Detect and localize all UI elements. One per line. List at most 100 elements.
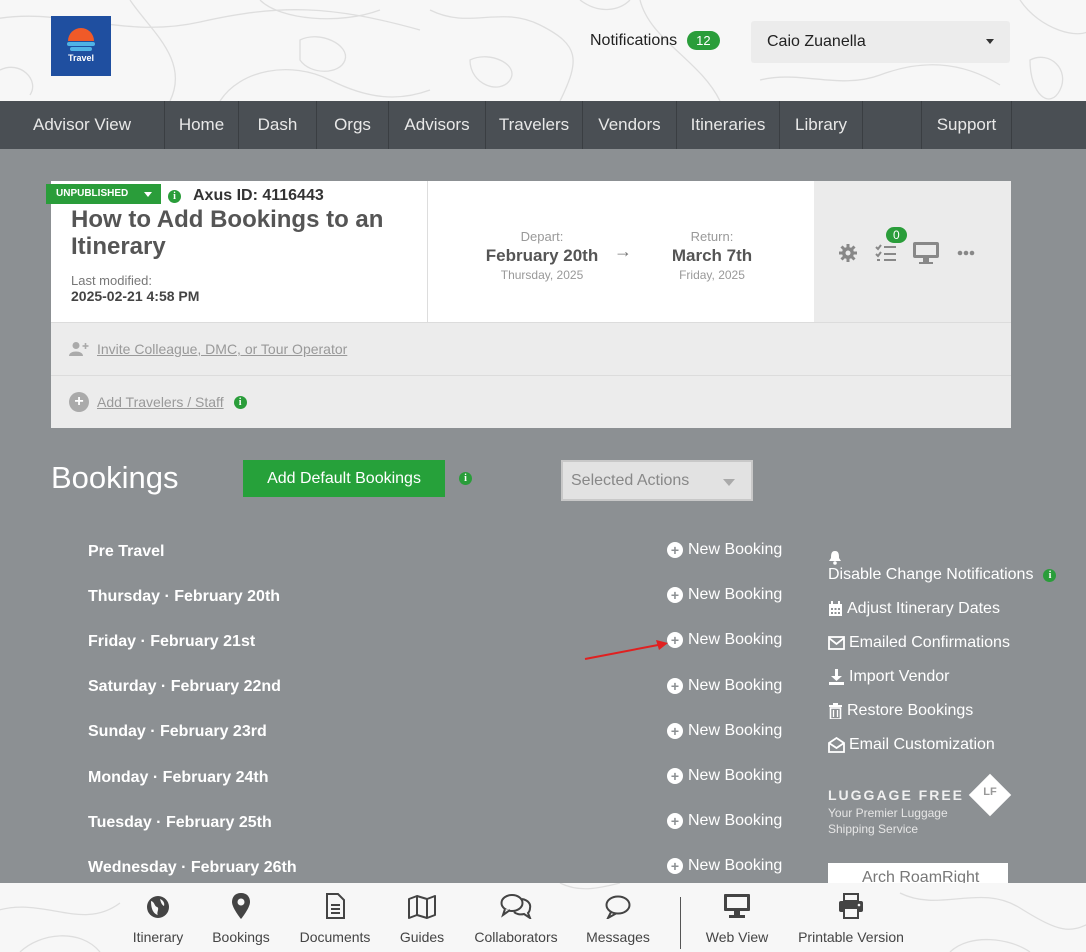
bottom-toolbar: Itinerary Bookings Documents Guides Coll… — [0, 883, 1086, 952]
add-default-bookings-button[interactable]: Add Default Bookings — [243, 460, 445, 497]
info-icon[interactable]: i — [459, 472, 472, 485]
depart-date-text: February 20th — [485, 246, 599, 265]
last-modified-label: Last modified: — [71, 273, 152, 288]
new-booking-button[interactable]: + New Booking — [667, 812, 782, 830]
return-label: Return: — [690, 229, 734, 244]
last-modified-value: 2025-02-21 4:58 PM — [71, 288, 200, 304]
tab-guides-label: Guides — [399, 929, 445, 945]
disable-change-notifications-link[interactable]: Disable Change Notifications i — [828, 566, 1057, 584]
adjust-itinerary-dates-link[interactable]: Adjust Itinerary Dates — [828, 600, 1000, 618]
nav-item-advisors[interactable]: Advisors — [389, 101, 486, 149]
travel-logo[interactable]: Travel — [51, 16, 111, 76]
info-icon[interactable]: i — [233, 395, 247, 409]
plus-circle-icon[interactable]: + — [69, 392, 89, 412]
new-booking-label: New Booking — [688, 812, 783, 829]
nav-item-spacer — [863, 101, 922, 149]
nav-item-itineraries[interactable]: Itineraries — [677, 101, 780, 149]
plus-circle-icon: + — [667, 858, 683, 874]
info-icon[interactable]: i — [1043, 568, 1057, 582]
checklist-icon[interactable] — [875, 243, 897, 263]
import-vendor-link[interactable]: Import Vendor — [828, 668, 950, 686]
itinerary-card: UNPUBLISHED i Axus ID: 4116443 How to Ad… — [46, 181, 1011, 428]
globe-icon — [147, 896, 169, 918]
plus-circle-icon: + — [667, 723, 683, 739]
add-travelers-link[interactable]: Add Travelers / Staff — [97, 394, 224, 410]
day-heading: Sunday · February 23rd — [88, 723, 267, 740]
new-booking-button[interactable]: + New Booking — [667, 677, 782, 695]
plus-circle-icon: + — [667, 542, 683, 558]
envelope-icon — [828, 636, 845, 650]
tab-messages[interactable]: Messages — [582, 883, 654, 952]
tab-printable-version[interactable]: Printable Version — [794, 883, 908, 952]
return-date[interactable]: Return: March 7th Friday, 2025 — [651, 229, 773, 282]
monitor-icon[interactable] — [912, 241, 940, 265]
day-heading: Tuesday · February 25th — [88, 814, 272, 831]
new-booking-button[interactable]: + New Booking — [667, 541, 782, 559]
arch-roamright-ad[interactable]: Arch RoamRight — [828, 863, 1008, 885]
tab-web-view[interactable]: Web View — [702, 883, 772, 952]
luggage-free-ad[interactable]: LUGGAGE FREE Your Premier Luggage Shippi… — [828, 773, 1013, 836]
status-label: UNPUBLISHED — [56, 188, 129, 199]
envelope-open-icon — [828, 737, 845, 753]
new-booking-label: New Booking — [688, 541, 783, 558]
day-heading: Pre Travel — [88, 543, 165, 560]
logo-text: Travel — [67, 53, 95, 63]
gear-icon[interactable] — [838, 243, 858, 263]
nav-item-advisor-view[interactable]: Advisor View — [0, 101, 165, 149]
tab-documents-label: Documents — [299, 929, 371, 945]
tab-bookings-label: Bookings — [212, 929, 270, 945]
depart-label: Depart: — [520, 229, 564, 244]
new-booking-label: New Booking — [688, 857, 783, 874]
nav-item-orgs[interactable]: Orgs — [317, 101, 389, 149]
status-dropdown[interactable]: UNPUBLISHED — [46, 184, 161, 204]
new-booking-button[interactable]: + New Booking — [667, 722, 782, 740]
new-booking-button[interactable]: + New Booking — [667, 631, 782, 649]
nav-item-travelers[interactable]: Travelers — [486, 101, 583, 149]
depart-date[interactable]: Depart: February 20th Thursday, 2025 — [481, 229, 603, 282]
user-menu-dropdown[interactable]: Caio Zuanella — [751, 21, 1010, 63]
nav-item-vendors[interactable]: Vendors — [583, 101, 677, 149]
notifications-link[interactable]: Notifications 12 — [590, 31, 720, 50]
tab-collaborators[interactable]: Collaborators — [470, 883, 562, 952]
divider — [427, 181, 428, 322]
tab-documents[interactable]: Documents — [296, 883, 374, 952]
day-heading: Thursday · February 20th — [88, 588, 281, 605]
tab-bookings[interactable]: Bookings — [209, 883, 273, 952]
message-bubble-icon — [605, 895, 631, 919]
emailed-confirmations-link[interactable]: Emailed Confirmations — [828, 634, 1010, 652]
restore-bookings-link[interactable]: Restore Bookings — [828, 702, 973, 720]
nav-item-support[interactable]: Support — [922, 101, 1012, 149]
invite-row: Invite Colleague, DMC, or Tour Operator — [51, 322, 1011, 375]
user-name: Caio Zuanella — [767, 33, 866, 50]
new-booking-label: New Booking — [688, 677, 783, 694]
map-icon — [408, 895, 436, 919]
nav-item-dash[interactable]: Dash — [239, 101, 317, 149]
axus-id: i Axus ID: 4116443 — [168, 187, 324, 205]
restore-bookings-label: Restore Bookings — [847, 702, 974, 719]
itinerary-title[interactable]: How to Add Bookings to an Itinerary — [71, 206, 421, 260]
new-booking-button[interactable]: + New Booking — [667, 857, 782, 875]
depart-day-text: Thursday, 2025 — [500, 268, 584, 282]
invite-colleague-link[interactable]: Invite Colleague, DMC, or Tour Operator — [97, 341, 347, 357]
selected-actions-dropdown[interactable]: Selected Actions — [561, 460, 753, 501]
tab-itinerary[interactable]: Itinerary — [127, 883, 189, 952]
info-icon[interactable]: i — [168, 189, 181, 203]
add-user-icon — [69, 342, 89, 356]
new-booking-label: New Booking — [688, 722, 783, 739]
toolbar-divider — [680, 897, 681, 949]
email-customization-link[interactable]: Email Customization — [828, 736, 995, 754]
tab-messages-label: Messages — [586, 929, 650, 945]
plus-circle-icon: + — [667, 813, 683, 829]
chevron-down-icon — [723, 479, 735, 486]
new-booking-button[interactable]: + New Booking — [667, 767, 782, 785]
more-options-icon[interactable] — [957, 250, 975, 256]
nav-item-home[interactable]: Home — [165, 101, 239, 149]
tab-guides[interactable]: Guides — [397, 883, 447, 952]
new-booking-button[interactable]: + New Booking — [667, 586, 782, 604]
chat-bubbles-icon — [500, 894, 532, 919]
printer-icon — [839, 893, 863, 919]
nav-item-library[interactable]: Library — [780, 101, 863, 149]
calendar-icon — [829, 601, 842, 616]
annotation-arrow — [584, 640, 668, 660]
add-travelers-row: + Add Travelers / Staff i — [51, 375, 1011, 428]
